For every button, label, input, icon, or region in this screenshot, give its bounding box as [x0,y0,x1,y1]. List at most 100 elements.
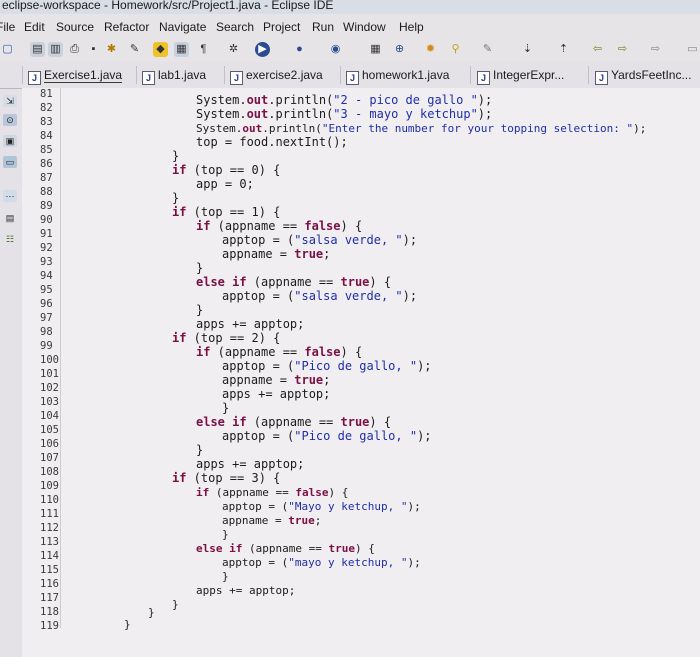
line-number: 102 [40,382,59,394]
menu-source[interactable]: Source [54,16,96,38]
print-icon[interactable]: ⎙ [67,42,82,57]
new-class-icon[interactable]: ⊕ [392,42,407,57]
menu-file[interactable]: File [0,16,17,38]
tab-integer-expr[interactable]: J IntegerExpr... [477,65,564,85]
problems-icon[interactable]: ▣ [3,135,17,147]
code-line: if (top == 1) { [172,205,281,219]
search-icon[interactable]: ⚲ [448,42,463,57]
tab-exercise2[interactable]: Jexercise2.java [230,65,323,85]
debug-icon[interactable]: ✱ [104,42,119,57]
code-line: top = food.nextInt(); [196,135,348,149]
code-line: } [124,618,131,631]
menu-window[interactable]: Window [341,16,388,38]
code-line: if (top == 3) { [172,471,281,485]
line-number: 84 [40,130,53,142]
back-icon[interactable]: ⇦ [590,42,605,57]
code-line: app = 0; [196,177,254,191]
window-title-bar: eclipse-workspace - Homework/src/Project… [0,0,700,14]
menu-run[interactable]: Run [310,16,336,38]
show-whitespace-icon[interactable]: ¶ [196,42,211,57]
save-all-icon[interactable]: ▥ [48,42,63,57]
line-number: 82 [40,102,53,114]
next-annotation-icon[interactable]: ⇣ [520,42,535,57]
code-line: appname = true; [222,247,331,261]
code-line: if (appname == false) { [196,219,363,233]
code-line: apptop = ("salsa verde, "); [222,233,418,247]
line-number: 114 [40,550,59,562]
code-line: else if (appname == true) { [196,415,392,429]
left-view-strip: ▤ ⇲ ⊙ ▣ ▭ ⋯ ▤ ☷ [0,62,22,657]
main-toolbar: ▢ ▤ ▥ ⎙ ▪ ✱ ✎ ◆ ▦ ¶ ✲ ▶ ● ◉ ▦ ⊕ ✹ ⚲ ✎ ⇣ … [0,38,700,62]
tab-homework1[interactable]: Jhomework1.java [346,65,449,85]
forward-alt-icon[interactable]: ⇨ [615,42,630,57]
line-number: 118 [40,606,59,618]
tab-divider [136,66,137,84]
prev-annotation-icon[interactable]: ⇡ [556,42,571,57]
tab-yards-feet-inc[interactable]: J YardsFeetInc... [595,65,691,85]
java-file-icon: J [230,71,243,85]
line-number: 83 [40,116,53,128]
tab-label: YardsFeetInc... [611,68,692,82]
coverage-icon[interactable]: ● [292,42,307,57]
terminal-icon[interactable]: ▪ [86,42,101,57]
open-type-icon[interactable]: ✹ [423,42,438,57]
code-line: apps += apptop; [196,317,305,331]
code-line: } [196,443,204,457]
pen-icon[interactable]: ✎ [480,42,495,57]
java-file-icon: J [28,71,41,85]
code-line: if (appname == false) { [196,486,349,499]
tab-divider [340,66,341,84]
menu-navigate[interactable]: Navigate [157,16,208,38]
menu-project[interactable]: Project [261,16,302,38]
declaration-icon[interactable]: ▤ [3,212,17,224]
code-line: } [172,149,180,163]
console-icon[interactable]: ▭ [3,156,17,168]
line-number: 93 [40,256,53,268]
line-number: 119 [40,620,59,632]
highlight-icon[interactable]: ◆ [153,42,168,57]
code-line: appname = true; [222,514,322,527]
line-number: 112 [40,522,59,534]
line-number: 116 [40,578,59,590]
hierarchy-icon[interactable]: ⇲ [3,95,17,107]
menu-help[interactable]: Help [397,16,426,38]
forward-icon[interactable]: ⇨ [648,42,663,57]
code-line: appname = true; [222,373,331,387]
line-number: 97 [40,312,53,324]
tasks-icon[interactable]: ⋯ [3,190,17,202]
line-number: 105 [40,424,59,436]
debug-run-icon[interactable]: ✲ [226,42,241,57]
tab-label: lab1.java [158,68,207,82]
new-java-project-icon[interactable]: ▦ [368,42,383,57]
toggle-mark-icon[interactable]: ✎ [127,42,142,57]
code-line: } [222,528,229,541]
line-number: 96 [40,298,53,310]
tab-exercise1[interactable]: J Exercise1.java [28,65,123,85]
block-select-icon[interactable]: ▦ [174,42,189,57]
menu-bar: File Edit Source Refactor Navigate Searc… [0,16,700,38]
menu-search[interactable]: Search [214,16,256,38]
line-number: 103 [40,396,59,408]
save-icon[interactable]: ▤ [30,42,45,57]
run-icon[interactable]: ▶ [255,42,270,57]
tab-lab1[interactable]: Jlab1.java [142,65,206,85]
menu-refactor[interactable]: Refactor [102,16,151,38]
javadoc-icon[interactable]: ☷ [3,233,17,245]
external-tools-icon[interactable]: ◉ [328,42,343,57]
tab-label: IntegerExpr... [493,68,565,82]
line-number: 108 [40,466,59,478]
tab-label: exercise2.java [246,68,323,82]
code-line: apps += apptop; [196,457,305,471]
java-file-icon: J [142,71,155,85]
tab-divider [22,66,23,84]
maximize-icon[interactable]: ▭ [685,42,700,57]
code-line: } [222,570,229,583]
tab-divider [224,66,225,84]
code-line: } [222,401,230,415]
code-line: } [148,606,155,619]
new-icon[interactable]: ▢ [0,42,15,57]
menu-edit[interactable]: Edit [22,16,47,38]
line-number: 81 [40,88,53,100]
tab-divider [470,66,471,84]
outline-icon[interactable]: ⊙ [3,114,17,126]
